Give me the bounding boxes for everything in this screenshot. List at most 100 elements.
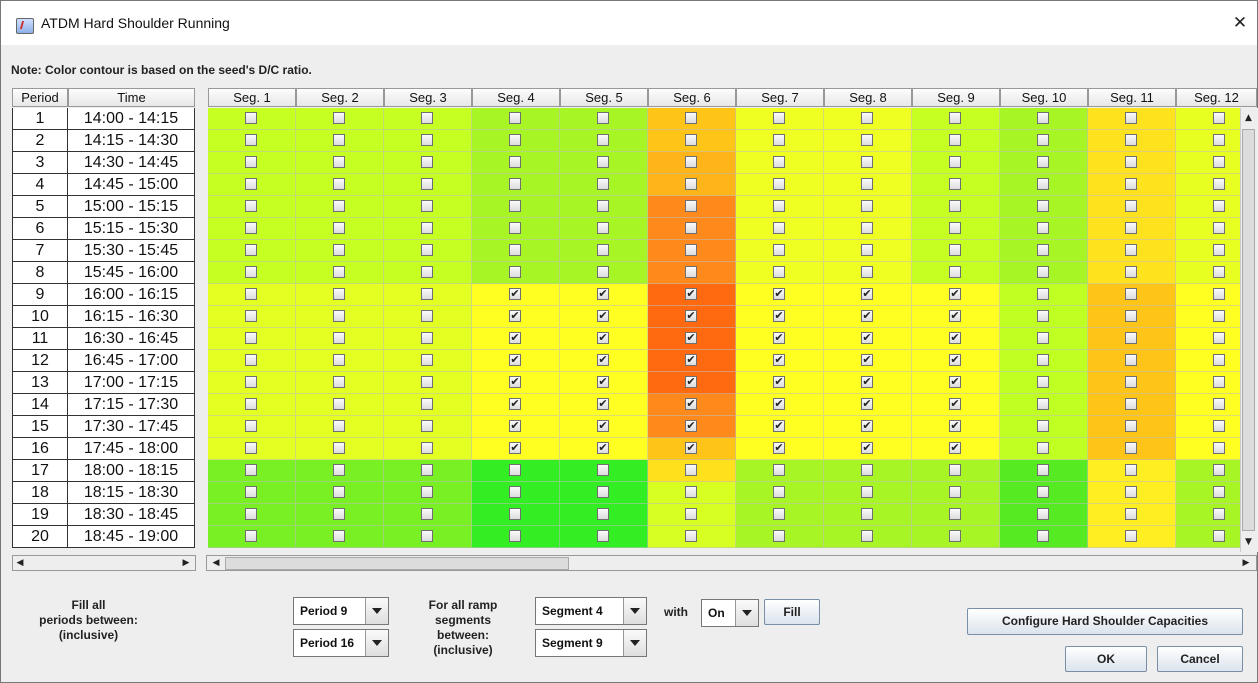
- close-icon[interactable]: ✕: [1225, 9, 1255, 37]
- period-cell[interactable]: 20: [12, 526, 68, 548]
- shoulder-checkbox[interactable]: ✔: [861, 288, 873, 300]
- horizontal-scroll-thumb[interactable]: [225, 557, 569, 570]
- shoulder-checkbox[interactable]: ✔: [509, 398, 521, 410]
- time-cell[interactable]: 18:15 - 18:30: [68, 482, 195, 504]
- shoulder-checkbox[interactable]: [949, 244, 961, 256]
- shoulder-cell[interactable]: [1088, 350, 1176, 372]
- shoulder-cell[interactable]: [824, 526, 912, 548]
- shoulder-checkbox[interactable]: ✔: [597, 398, 609, 410]
- shoulder-checkbox[interactable]: [1213, 222, 1225, 234]
- shoulder-checkbox[interactable]: [1037, 398, 1049, 410]
- shoulder-cell[interactable]: [472, 218, 560, 240]
- shoulder-cell[interactable]: [296, 306, 384, 328]
- shoulder-checkbox[interactable]: ✔: [509, 354, 521, 366]
- shoulder-cell[interactable]: [1088, 152, 1176, 174]
- shoulder-checkbox[interactable]: ✔: [597, 354, 609, 366]
- shoulder-checkbox[interactable]: [1037, 112, 1049, 124]
- shoulder-checkbox[interactable]: [333, 178, 345, 190]
- shoulder-cell[interactable]: ✔: [736, 350, 824, 372]
- time-cell[interactable]: 18:00 - 18:15: [68, 460, 195, 482]
- shoulder-cell[interactable]: ✔: [824, 350, 912, 372]
- period-cell[interactable]: 10: [12, 306, 68, 328]
- shoulder-checkbox[interactable]: ✔: [685, 310, 697, 322]
- period-cell[interactable]: 6: [12, 218, 68, 240]
- shoulder-checkbox[interactable]: [245, 156, 257, 168]
- shoulder-cell[interactable]: [472, 152, 560, 174]
- shoulder-checkbox[interactable]: [1037, 244, 1049, 256]
- shoulder-cell[interactable]: ✔: [824, 438, 912, 460]
- shoulder-cell[interactable]: ✔: [648, 328, 736, 350]
- shoulder-cell[interactable]: ✔: [824, 416, 912, 438]
- shoulder-checkbox[interactable]: ✔: [685, 442, 697, 454]
- shoulder-cell[interactable]: ✔: [824, 284, 912, 306]
- shoulder-checkbox[interactable]: [333, 354, 345, 366]
- shoulder-checkbox[interactable]: [1213, 376, 1225, 388]
- shoulder-cell[interactable]: [824, 152, 912, 174]
- shoulder-checkbox[interactable]: [949, 112, 961, 124]
- shoulder-checkbox[interactable]: ✔: [861, 376, 873, 388]
- shoulder-checkbox[interactable]: [685, 508, 697, 520]
- shoulder-cell[interactable]: ✔: [472, 394, 560, 416]
- shoulder-checkbox[interactable]: [597, 178, 609, 190]
- shoulder-checkbox[interactable]: [1125, 288, 1137, 300]
- shoulder-checkbox[interactable]: ✔: [685, 332, 697, 344]
- shoulder-cell[interactable]: [736, 108, 824, 130]
- shoulder-checkbox[interactable]: [509, 112, 521, 124]
- segment-column-header[interactable]: Seg. 2: [296, 88, 384, 107]
- shoulder-cell[interactable]: [648, 460, 736, 482]
- period-cell[interactable]: 3: [12, 152, 68, 174]
- shoulder-cell[interactable]: [736, 218, 824, 240]
- shoulder-cell[interactable]: [1000, 504, 1088, 526]
- shoulder-checkbox[interactable]: [949, 134, 961, 146]
- shoulder-cell[interactable]: [736, 504, 824, 526]
- shoulder-cell[interactable]: ✔: [648, 372, 736, 394]
- shoulder-checkbox[interactable]: [1213, 354, 1225, 366]
- shoulder-cell[interactable]: ✔: [648, 416, 736, 438]
- shoulder-cell[interactable]: [384, 504, 472, 526]
- shoulder-checkbox[interactable]: [1037, 332, 1049, 344]
- shoulder-cell[interactable]: [472, 130, 560, 152]
- shoulder-checkbox[interactable]: [509, 222, 521, 234]
- shoulder-checkbox[interactable]: ✔: [861, 332, 873, 344]
- shoulder-cell[interactable]: ✔: [912, 306, 1000, 328]
- shoulder-checkbox[interactable]: [949, 464, 961, 476]
- shoulder-checkbox[interactable]: [1213, 332, 1225, 344]
- shoulder-checkbox[interactable]: ✔: [597, 332, 609, 344]
- shoulder-cell[interactable]: [384, 526, 472, 548]
- time-cell[interactable]: 17:15 - 17:30: [68, 394, 195, 416]
- shoulder-checkbox[interactable]: [597, 200, 609, 212]
- shoulder-checkbox[interactable]: [1125, 266, 1137, 278]
- shoulder-checkbox[interactable]: ✔: [597, 442, 609, 454]
- shoulder-checkbox[interactable]: ✔: [509, 376, 521, 388]
- shoulder-checkbox[interactable]: [245, 134, 257, 146]
- shoulder-cell[interactable]: [912, 196, 1000, 218]
- shoulder-checkbox[interactable]: [1213, 178, 1225, 190]
- shoulder-cell[interactable]: [560, 218, 648, 240]
- shoulder-cell[interactable]: [912, 240, 1000, 262]
- shoulder-cell[interactable]: [648, 196, 736, 218]
- shoulder-cell[interactable]: [560, 108, 648, 130]
- shoulder-checkbox[interactable]: [509, 244, 521, 256]
- shoulder-cell[interactable]: [1088, 504, 1176, 526]
- shoulder-checkbox[interactable]: [685, 156, 697, 168]
- time-cell[interactable]: 14:00 - 14:15: [68, 108, 195, 130]
- shoulder-cell[interactable]: [384, 438, 472, 460]
- shoulder-checkbox[interactable]: [333, 288, 345, 300]
- shoulder-cell[interactable]: ✔: [824, 306, 912, 328]
- shoulder-cell[interactable]: [736, 240, 824, 262]
- shoulder-checkbox[interactable]: [421, 112, 433, 124]
- shoulder-checkbox[interactable]: ✔: [509, 310, 521, 322]
- shoulder-cell[interactable]: [912, 108, 1000, 130]
- shoulder-cell[interactable]: [824, 196, 912, 218]
- shoulder-cell[interactable]: [384, 482, 472, 504]
- shoulder-cell[interactable]: [384, 108, 472, 130]
- shoulder-cell[interactable]: [824, 130, 912, 152]
- segment-column-header[interactable]: Seg. 11: [1088, 88, 1176, 107]
- shoulder-checkbox[interactable]: [245, 200, 257, 212]
- shoulder-cell[interactable]: [1000, 306, 1088, 328]
- shoulder-cell[interactable]: [296, 130, 384, 152]
- shoulder-checkbox[interactable]: [1037, 442, 1049, 454]
- shoulder-cell[interactable]: ✔: [648, 394, 736, 416]
- shoulder-checkbox[interactable]: [509, 156, 521, 168]
- shoulder-checkbox[interactable]: [1213, 420, 1225, 432]
